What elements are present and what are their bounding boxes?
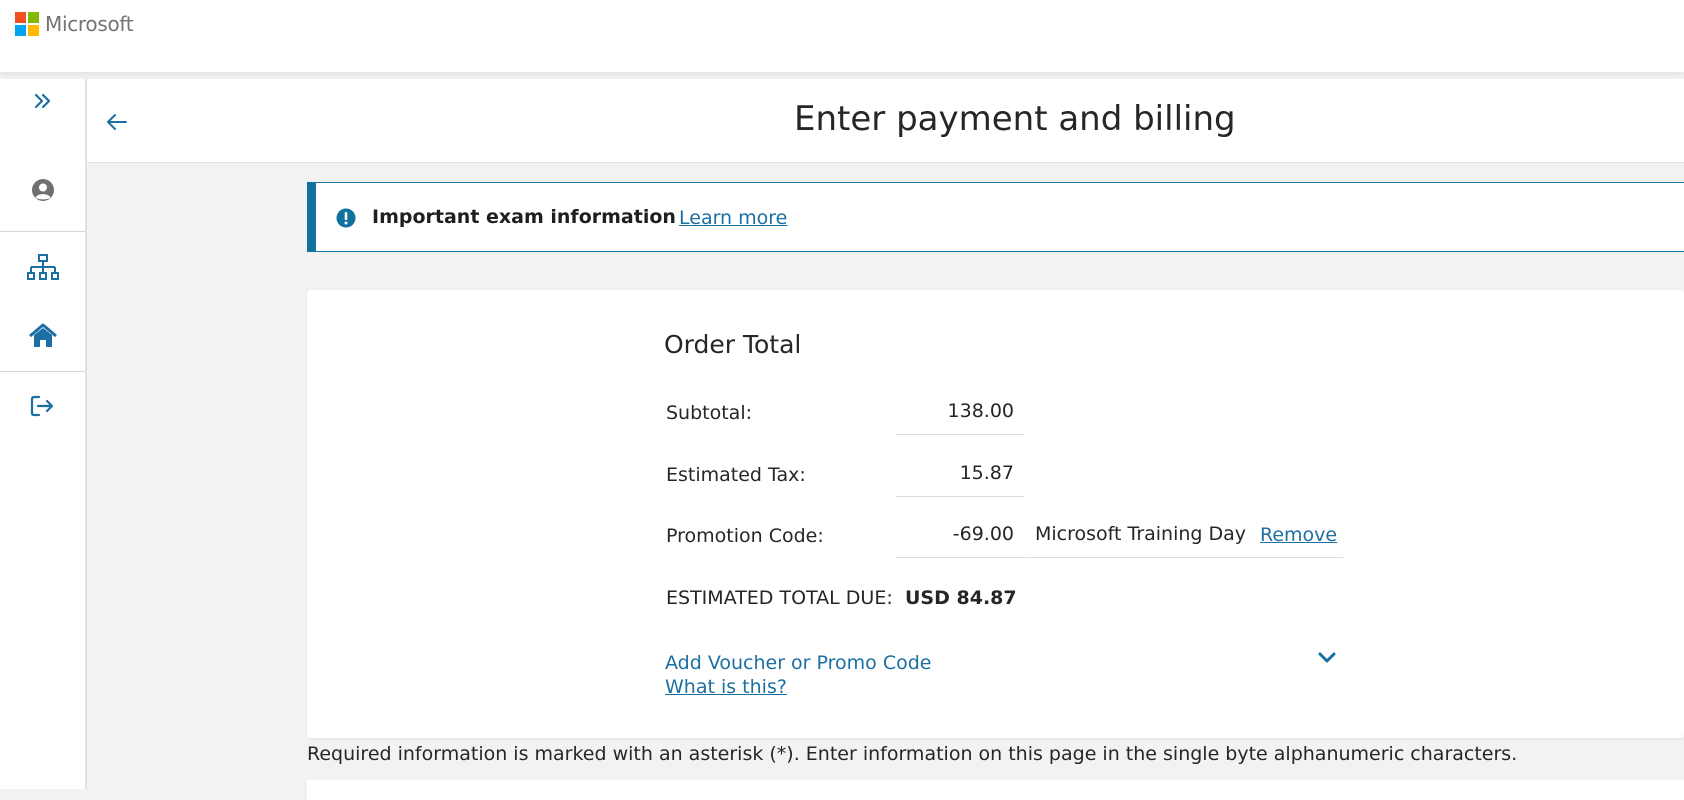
promo-remove-cell: Remove: [1248, 511, 1343, 558]
remove-promo-link[interactable]: Remove: [1260, 524, 1337, 546]
promo-name: Microsoft Training Day: [1035, 523, 1247, 545]
back-button[interactable]: [101, 106, 133, 138]
page-title-bar: Enter payment and billing: [87, 79, 1684, 163]
expand-nav-button[interactable]: [0, 79, 85, 123]
exclamation-circle-icon: [336, 208, 356, 228]
order-total-title: Order Total: [664, 330, 802, 359]
arrow-left-icon: [107, 114, 127, 130]
left-nav-rail: [0, 79, 87, 789]
subtotal-label: Subtotal:: [666, 402, 753, 424]
microsoft-brand[interactable]: Microsoft: [15, 12, 134, 36]
add-voucher-link[interactable]: Add Voucher or Promo Code: [665, 652, 931, 674]
estimated-total-label: ESTIMATED TOTAL DUE:: [666, 587, 893, 609]
billing-form-card: [307, 780, 1684, 800]
promotion-code-value: -69.00: [952, 523, 1014, 545]
promotion-code-label: Promotion Code:: [666, 525, 824, 547]
order-total-card: Order Total Subtotal: 138.00 Estimated T…: [307, 290, 1684, 738]
top-header: Microsoft: [0, 0, 1684, 72]
required-info-note: Required information is marked with an a…: [307, 743, 1518, 765]
page-title: Enter payment and billing: [794, 99, 1236, 139]
learn-more-link[interactable]: Learn more: [679, 207, 787, 229]
estimated-tax-value: 15.87: [959, 462, 1014, 484]
microsoft-logo-icon: [15, 12, 39, 36]
sign-out-button[interactable]: [0, 384, 85, 428]
expand-voucher-button[interactable]: [1317, 650, 1341, 670]
subtotal-value-cell: 138.00: [896, 388, 1024, 435]
what-is-this-link[interactable]: What is this?: [665, 676, 787, 698]
promotion-code-value-cell: -69.00: [896, 511, 1024, 558]
home-icon: [28, 323, 57, 347]
estimated-tax-value-cell: 15.87: [896, 450, 1024, 497]
profile-button[interactable]: [0, 168, 85, 212]
home-button[interactable]: [0, 314, 85, 358]
user-circle-icon: [31, 179, 54, 201]
chevron-double-right-icon: [34, 93, 50, 109]
estimated-tax-label: Estimated Tax:: [666, 464, 806, 486]
sitemap-icon: [26, 254, 59, 280]
chevron-down-icon: [1318, 652, 1336, 663]
subtotal-value: 138.00: [947, 400, 1014, 422]
sign-out-icon: [30, 395, 53, 417]
banner-title: Important exam information: [372, 206, 676, 228]
promo-name-cell: Microsoft Training Day: [1025, 511, 1248, 558]
important-info-banner: Important exam information Learn more: [307, 182, 1684, 252]
estimated-total-value: USD 84.87: [905, 587, 1017, 609]
brand-name: Microsoft: [45, 12, 134, 36]
sitemap-button[interactable]: [0, 246, 85, 290]
